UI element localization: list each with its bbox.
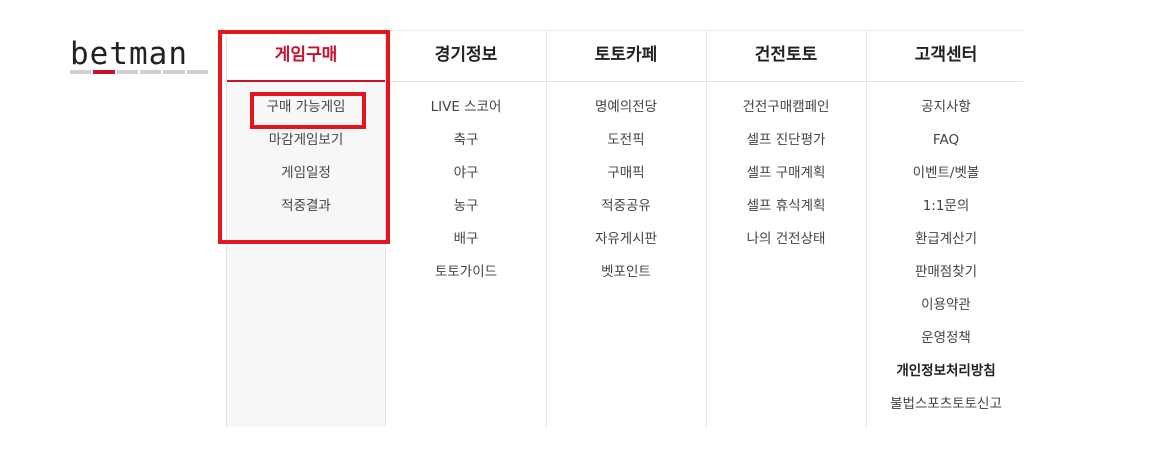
menu-item-refund-calculator[interactable]: 환급계산기 [866, 226, 1026, 259]
menu-item-notices[interactable]: 공지사항 [866, 94, 1026, 127]
menu-item-free-board[interactable]: 자유게시판 [546, 226, 706, 259]
menu-item-live-score[interactable]: LIVE 스코어 [386, 94, 546, 127]
menu-item-hall-of-fame[interactable]: 명예의전당 [546, 94, 706, 127]
menu-item-self-break-plan[interactable]: 셀프 휴식계획 [706, 193, 866, 226]
menu-item-inquiry[interactable]: 1:1문의 [866, 193, 1026, 226]
menu-title-healthy-toto[interactable]: 건전토토 [706, 30, 866, 81]
menu-items-healthy-toto: 건전구매캠페인 셀프 진단평가 셀프 구매계획 셀프 휴식계획 나의 건전상태 [706, 94, 866, 259]
highlight-box-game-purchase-menu [218, 30, 390, 244]
menu-item-privacy-policy[interactable]: 개인정보처리방침 [866, 358, 1026, 391]
menu-column-match-info: 경기정보 LIVE 스코어 축구 야구 농구 배구 토토가이드 [386, 30, 547, 427]
menu-items-match-info: LIVE 스코어 축구 야구 농구 배구 토토가이드 [386, 94, 546, 292]
menu-item-healthy-campaign[interactable]: 건전구매캠페인 [706, 94, 866, 127]
logo-underline [70, 70, 208, 74]
menu-item-terms[interactable]: 이용약관 [866, 292, 1026, 325]
betman-logo[interactable]: betman [70, 36, 210, 74]
menu-item-volleyball[interactable]: 배구 [386, 226, 546, 259]
menu-title-match-info[interactable]: 경기정보 [386, 30, 546, 81]
menu-items-customer-center: 공지사항 FAQ 이벤트/벳볼 1:1문의 환급계산기 판매점찾기 이용약관 운… [866, 94, 1026, 424]
menu-item-bet-point[interactable]: 벳포인트 [546, 259, 706, 292]
menu-item-basketball[interactable]: 농구 [386, 193, 546, 226]
menu-item-baseball[interactable]: 야구 [386, 160, 546, 193]
menu-item-self-diagnosis[interactable]: 셀프 진단평가 [706, 127, 866, 160]
menu-item-store-finder[interactable]: 판매점찾기 [866, 259, 1026, 292]
menu-item-toto-guide[interactable]: 토토가이드 [386, 259, 546, 292]
highlight-box-available-games [250, 92, 366, 129]
menu-title-customer-center[interactable]: 고객센터 [866, 30, 1026, 81]
menu-item-faq[interactable]: FAQ [866, 127, 1026, 160]
menu-item-operation-policy[interactable]: 운영정책 [866, 325, 1026, 358]
menu-column-healthy-toto: 건전토토 건전구매캠페인 셀프 진단평가 셀프 구매계획 셀프 휴식계획 나의 … [706, 30, 867, 427]
menu-item-my-status[interactable]: 나의 건전상태 [706, 226, 866, 259]
menu-items-toto-cafe: 명예의전당 도전픽 구매픽 적중공유 자유게시판 벳포인트 [546, 94, 706, 292]
menu-item-soccer[interactable]: 축구 [386, 127, 546, 160]
menu-column-toto-cafe: 토토카페 명예의전당 도전픽 구매픽 적중공유 자유게시판 벳포인트 [546, 30, 707, 427]
menu-item-purchase-pick[interactable]: 구매픽 [546, 160, 706, 193]
menu-title-toto-cafe[interactable]: 토토카페 [546, 30, 706, 81]
menu-item-events[interactable]: 이벤트/벳볼 [866, 160, 1026, 193]
menu-item-self-purchase-plan[interactable]: 셀프 구매계획 [706, 160, 866, 193]
menu-item-hit-share[interactable]: 적중공유 [546, 193, 706, 226]
menu-item-challenge-pick[interactable]: 도전픽 [546, 127, 706, 160]
menu-column-customer-center: 고객센터 공지사항 FAQ 이벤트/벳볼 1:1문의 환급계산기 판매점찾기 이… [866, 30, 1026, 427]
logo-text: betman [70, 36, 188, 72]
menu-item-illegal-report[interactable]: 불법스포츠토토신고 [866, 391, 1026, 424]
